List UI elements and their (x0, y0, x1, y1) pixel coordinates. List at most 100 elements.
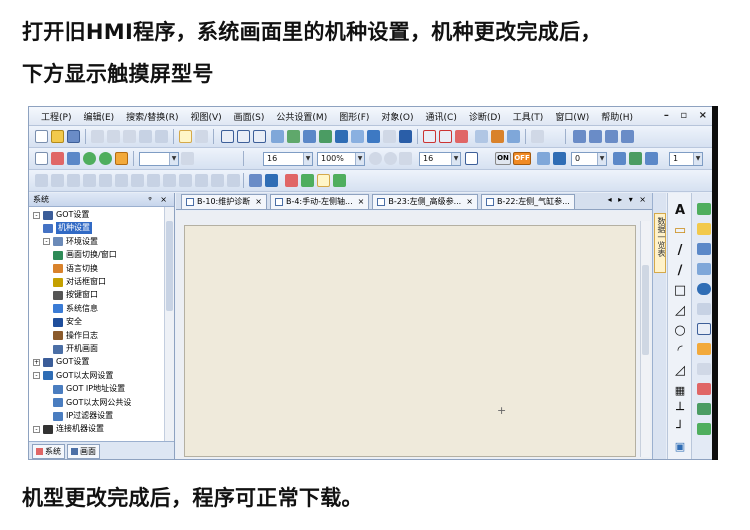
menu-window[interactable]: 窗口(W) (549, 110, 595, 123)
table-tool-icon[interactable]: ▦ (672, 383, 688, 399)
menu-help[interactable]: 帮助(H) (595, 110, 639, 123)
polyline-tool-icon[interactable]: ∕ (672, 263, 688, 279)
menu-figure[interactable]: 图形(F) (333, 110, 375, 123)
tree-item[interactable]: 对话框窗口 (53, 276, 106, 288)
circle-tool-icon[interactable]: ○ (672, 323, 688, 339)
script-object-icon[interactable]: ▾ (697, 423, 717, 435)
screen-base-icon[interactable] (221, 130, 234, 143)
preview-icon[interactable] (351, 130, 364, 143)
screen-window-icon[interactable] (237, 130, 250, 143)
tree-scrollbar-thumb[interactable] (166, 221, 173, 311)
transfer-icon[interactable] (455, 130, 468, 143)
search-icon[interactable] (181, 152, 194, 165)
verify-icon[interactable] (439, 130, 452, 143)
sector-tool-icon[interactable]: ◿ (672, 363, 688, 379)
font-size-combo[interactable]: 16 ▼ (263, 152, 313, 166)
edit-d-icon[interactable] (83, 174, 96, 187)
parts-icon[interactable] (303, 130, 316, 143)
state-combo[interactable]: 0 ▼ (571, 152, 607, 166)
menu-edit[interactable]: 编辑(E) (77, 110, 120, 123)
clock-object-icon[interactable]: ▾ (697, 283, 717, 295)
switch-object-icon[interactable]: ▾ (697, 203, 717, 215)
select-arrow-icon[interactable] (179, 130, 192, 143)
paste-icon[interactable] (123, 130, 136, 143)
panel-controls[interactable]: ᵠ × (148, 193, 170, 206)
comment-icon[interactable] (287, 130, 300, 143)
comment-object-icon[interactable]: ▾ (697, 303, 717, 315)
doc-tab-b4[interactable]: B-4:手动-左侧轴... × (269, 194, 370, 209)
arrow-right-icon[interactable] (553, 152, 566, 165)
layer-a-icon[interactable] (613, 152, 626, 165)
tool-c-icon[interactable] (507, 130, 520, 143)
tree-item[interactable]: - GOT以太网设置 (33, 370, 113, 382)
tree-item[interactable]: 按键窗口 (53, 289, 98, 301)
tree-item[interactable]: 安全 (53, 316, 82, 328)
tab-system[interactable]: 系统 (32, 444, 65, 459)
network-icon[interactable] (383, 130, 396, 143)
close-icon[interactable]: × (358, 195, 365, 209)
grid-icon[interactable] (317, 174, 330, 187)
menu-tools[interactable]: 工具(T) (507, 110, 550, 123)
off-button[interactable]: OFF (513, 152, 531, 165)
screen-canvas[interactable]: + (184, 225, 636, 457)
arc-tool-icon[interactable]: ◜ (672, 343, 688, 359)
tree-item[interactable]: - 连接机器设置 (33, 423, 104, 435)
palette-icon[interactable] (115, 152, 128, 165)
recipe-object-icon[interactable]: ▾ (697, 403, 717, 415)
flip-icon[interactable] (285, 174, 298, 187)
menu-search-replace[interactable]: 搜索/替换(R) (120, 110, 184, 123)
tree-item[interactable]: 操作日志 (53, 330, 98, 342)
menu-project[interactable]: 工程(P) (35, 110, 77, 123)
collapse-icon[interactable]: - (33, 425, 40, 433)
align-b-icon[interactable] (589, 130, 602, 143)
group-icon[interactable] (249, 174, 262, 187)
zoom-combo[interactable]: 100% ▼ (317, 152, 365, 166)
edit-k-icon[interactable] (195, 174, 208, 187)
circle-green-icon[interactable] (83, 152, 96, 165)
image-tool-icon[interactable]: ▣ (672, 439, 688, 455)
graph-object-icon[interactable]: ▾ (697, 363, 717, 375)
scale-tool-icon[interactable]: ┴ (672, 403, 688, 419)
tree-item[interactable]: 画面切换/窗口 (53, 249, 117, 261)
tree-item[interactable]: 系统信息 (53, 303, 98, 315)
tree-item[interactable]: 机种设置 (43, 222, 92, 235)
close-icon[interactable]: × (466, 195, 473, 209)
edit-a-icon[interactable] (35, 174, 48, 187)
collapse-icon[interactable]: - (43, 238, 50, 246)
edit-e-icon[interactable] (99, 174, 112, 187)
line-tool-icon[interactable]: / (672, 243, 688, 259)
note-tool-icon[interactable]: ▭ (672, 223, 688, 239)
piping-tool-icon[interactable]: ┘ (672, 421, 688, 437)
tree-item[interactable]: GOT IP地址设置 (53, 383, 125, 395)
tool-a-icon[interactable] (475, 130, 488, 143)
tree-item[interactable]: + GOT设置 (33, 356, 89, 368)
undo-icon[interactable] (139, 130, 152, 143)
save-icon[interactable] (67, 130, 80, 143)
fit-icon[interactable] (399, 152, 412, 165)
circle-green-2-icon[interactable] (99, 152, 112, 165)
align-c-icon[interactable] (605, 130, 618, 143)
zoom-out-icon[interactable] (384, 152, 397, 165)
copy-icon[interactable] (107, 130, 120, 143)
edit-c-icon[interactable] (67, 174, 80, 187)
canvas-scrollbar-thumb[interactable] (642, 265, 649, 355)
library-icon[interactable] (271, 130, 284, 143)
alarm-object-icon[interactable]: ▾ (697, 323, 716, 335)
edit-f-icon[interactable] (115, 174, 128, 187)
collapse-icon[interactable]: - (33, 211, 40, 219)
edit-m-icon[interactable] (227, 174, 240, 187)
style-combo[interactable]: ▼ (139, 152, 179, 166)
trend-object-icon[interactable]: ▾ (697, 383, 717, 395)
tree-item[interactable]: 语言切换 (53, 263, 98, 275)
window-controls[interactable]: – ▫ × (664, 110, 711, 121)
data-list-tab[interactable]: 数据一览表 (654, 213, 666, 273)
edit-j-icon[interactable] (179, 174, 192, 187)
polygon-tool-icon[interactable]: ◿ (672, 303, 688, 319)
write-icon[interactable] (367, 130, 380, 143)
arrow-left-icon[interactable] (537, 152, 550, 165)
order-icon[interactable] (265, 174, 278, 187)
layer-combo[interactable]: 1 ▼ (669, 152, 703, 166)
numeric-object-icon[interactable]: ▾ (697, 243, 717, 255)
part-object-icon[interactable]: ▾ (697, 343, 717, 355)
device-icon[interactable] (335, 130, 348, 143)
